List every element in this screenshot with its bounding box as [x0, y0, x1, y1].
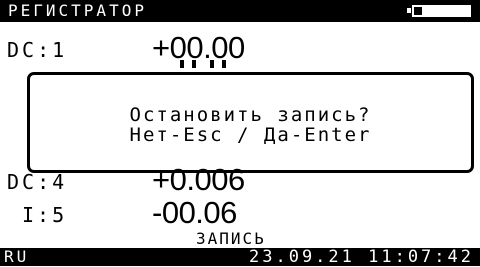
status-bar: RU 23.09.21 11:07:42 [0, 248, 480, 266]
recording-status: ЗАПИСЬ [196, 229, 266, 248]
channel-row-4: DC:4 +0.006 [0, 162, 480, 200]
channel-label: DC:4 [7, 170, 68, 194]
occluded-digits [180, 60, 226, 68]
title-bar: РЕГИСТРАТОР [0, 0, 480, 22]
channel-label: I:5 [22, 203, 68, 227]
battery-fill [414, 7, 422, 15]
battery-tip [407, 8, 411, 13]
language-indicator: RU [4, 247, 30, 266]
channel-label: DC:1 [7, 38, 68, 62]
date-time: 23.09.21 11:07:42 [249, 247, 474, 267]
occluded-channel-value [170, 54, 250, 68]
confirm-stop-recording-dialog[interactable]: Остановить запись? Нет-Esc / Да-Enter [27, 72, 474, 173]
channel-row-5: I:5 -00.06 [0, 195, 480, 233]
screen-title: РЕГИСТРАТОР [8, 1, 147, 20]
dialog-options: Нет-Esc / Да-Enter [129, 124, 372, 146]
channel-value: -00.06 [152, 195, 237, 230]
battery-icon [407, 5, 471, 17]
battery-body [412, 5, 471, 17]
dialog-question: Остановить запись? [129, 104, 372, 126]
channel-value: +0.006 [152, 162, 245, 197]
